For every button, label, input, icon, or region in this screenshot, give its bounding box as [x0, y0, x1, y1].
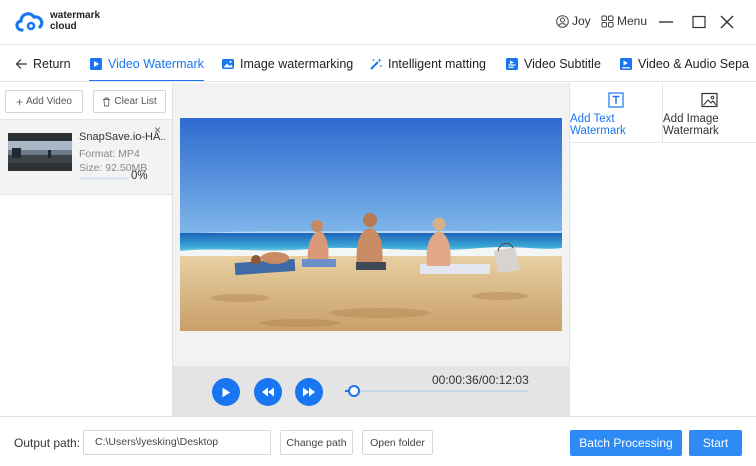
tab-video-watermark[interactable]: Video Watermark — [89, 45, 204, 81]
output-path-label: Output path: — [14, 436, 81, 450]
tab-image-watermarking[interactable]: Image watermarking — [221, 45, 354, 81]
change-path-button[interactable]: Change path — [280, 430, 353, 455]
menu-button[interactable]: Menu — [601, 14, 647, 28]
tab-intelligent-matting-label: Intelligent matting — [388, 56, 486, 71]
file-progress-label: 0% — [131, 170, 148, 182]
rewind-icon — [262, 387, 274, 397]
file-list-panel: + Add Video Clear List SnapSave.io-HA...… — [0, 83, 173, 416]
tab-image-watermarking-label: Image watermarking — [240, 56, 354, 71]
add-image-watermark-label: Add Image Watermark — [663, 113, 719, 137]
seek-handle[interactable] — [348, 385, 361, 397]
video-frame — [180, 118, 562, 331]
clear-list-label: Clear List — [114, 96, 157, 107]
maximize-icon[interactable] — [690, 13, 708, 31]
watermark-type-tabs: Add Text Watermark Add Image Watermark — [570, 83, 756, 143]
add-video-label: Add Video — [26, 96, 72, 107]
tab-video-subtitle-label: Video Subtitle — [524, 56, 601, 71]
output-footer: Output path: C:\Users\lyesking\Desktop C… — [0, 416, 756, 466]
tab-return[interactable]: Return — [15, 45, 71, 81]
add-text-watermark-tab[interactable]: Add Text Watermark — [570, 83, 663, 143]
app-name: watermark cloud — [50, 10, 120, 32]
remove-file-icon[interactable]: × — [154, 124, 161, 136]
app-name-line2: cloud — [50, 21, 77, 32]
list-item[interactable]: SnapSave.io-HA... Format: MP4 Size: 92.5… — [0, 119, 172, 195]
watermark-panel: Add Text Watermark Add Image Watermark — [569, 83, 756, 416]
player-controls: 00:00:36/00:12:03 — [173, 366, 569, 416]
tab-video-audio-separation-label: Video & Audio Sepa — [638, 56, 749, 71]
user-name: Joy — [572, 14, 591, 28]
clear-list-button[interactable]: Clear List — [93, 90, 166, 113]
add-text-watermark-label: Add Text Watermark — [570, 113, 626, 137]
trash-icon — [103, 97, 111, 106]
user-icon — [556, 14, 569, 28]
plus-icon: + — [16, 94, 24, 109]
open-folder-button[interactable]: Open folder — [362, 430, 433, 455]
seek-bar[interactable] — [345, 390, 529, 392]
feature-tab-bar: Return Video Watermark Image watermarkin… — [0, 44, 756, 82]
video-thumbnail — [8, 133, 72, 171]
close-icon[interactable] — [718, 13, 736, 31]
file-format: Format: MP4 — [79, 148, 140, 160]
minimize-icon[interactable] — [657, 13, 675, 31]
video-icon — [90, 57, 102, 70]
user-account[interactable]: Joy — [556, 14, 591, 28]
image-icon — [222, 58, 234, 69]
tab-intelligent-matting[interactable]: Intelligent matting — [369, 45, 486, 81]
fast-forward-icon — [303, 387, 315, 397]
file-progress-bar — [79, 177, 129, 180]
grid-menu-icon — [601, 15, 614, 27]
audio-video-icon — [620, 57, 632, 70]
start-button[interactable]: Start — [689, 430, 742, 456]
magic-wand-icon — [370, 57, 382, 70]
tab-video-subtitle[interactable]: Video Subtitle — [505, 45, 601, 81]
add-video-button[interactable]: + Add Video — [5, 90, 83, 113]
beach-video-image — [180, 118, 562, 331]
video-preview-area — [173, 83, 569, 366]
text-box-icon — [608, 92, 624, 108]
file-name: SnapSave.io-HA... — [79, 131, 165, 143]
title-bar: watermark cloud Joy Menu — [0, 0, 756, 44]
app-name-line1: watermark — [50, 10, 101, 21]
subtitle-icon — [506, 57, 518, 70]
tab-return-label: Return — [33, 56, 71, 71]
menu-label: Menu — [617, 14, 648, 28]
batch-processing-button[interactable]: Batch Processing — [570, 430, 682, 456]
picture-icon — [701, 92, 718, 108]
playback-time: 00:00:36/00:12:03 — [432, 373, 529, 387]
fast-forward-button[interactable] — [295, 378, 323, 406]
app-logo-icon — [15, 12, 44, 32]
play-button[interactable] — [212, 378, 240, 406]
tab-video-watermark-label: Video Watermark — [108, 56, 204, 71]
tab-video-audio-separation[interactable]: Video & Audio Sepa — [619, 45, 749, 81]
rewind-button[interactable] — [254, 378, 282, 406]
output-path-field[interactable]: C:\Users\lyesking\Desktop — [83, 430, 271, 455]
play-icon — [222, 387, 231, 397]
add-image-watermark-tab[interactable]: Add Image Watermark — [663, 83, 756, 143]
arrow-left-icon — [15, 58, 27, 69]
